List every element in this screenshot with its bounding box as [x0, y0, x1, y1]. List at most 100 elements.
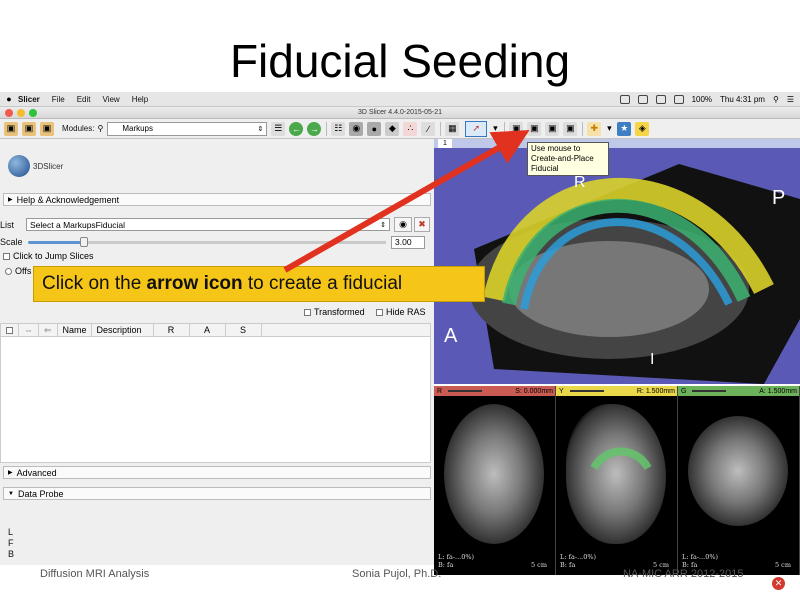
python-icon[interactable]: ◈ [635, 121, 650, 136]
green-slice-controller[interactable]: G A: 1.500mm [678, 386, 799, 396]
menu-help[interactable]: Help [132, 95, 148, 104]
battery-icon[interactable] [673, 94, 684, 104]
red-slice-slider[interactable] [448, 390, 483, 392]
jump-slices-row: Click to Jump Slices [3, 251, 94, 261]
scale-slider-handle[interactable] [80, 237, 88, 247]
window-title: 3D Slicer 4.4.0-2015-05-21 [357, 109, 443, 116]
chevron-right-icon: ▶ [8, 197, 13, 203]
column-s[interactable]: S [226, 323, 262, 337]
footer-right: NA-MIC ARR 2012-2015 [623, 568, 744, 580]
markups-list-selector[interactable]: Select a MarkupsFiducial ⇕ [26, 218, 390, 231]
scale-slider[interactable] [28, 237, 386, 247]
probe-letter-f: F [8, 538, 14, 548]
hide-ras-checkbox[interactable] [376, 309, 383, 317]
dropbox-icon[interactable] [619, 94, 630, 104]
window-titlebar: 3D Slicer 4.4.0-2015-05-21 [0, 107, 800, 119]
forward-arrow-icon[interactable]: → [307, 121, 322, 136]
apple-icon[interactable]: ● [0, 94, 18, 104]
notification-list-icon[interactable]: ☰ [787, 95, 794, 104]
delete-list-button[interactable]: ✖ [414, 217, 430, 232]
column-a[interactable]: A [190, 323, 226, 337]
main-toolbar: ▣ ▣ ▣ Modules: ⚲ Markups ⇕ ☰ ← → ☷ ◉ ● ◆… [0, 119, 800, 139]
models-module-icon[interactable]: ● [367, 121, 382, 136]
column-name[interactable]: Name [58, 323, 92, 337]
hide-ras-label: Hide RAS [386, 307, 426, 317]
wifi-icon[interactable] [655, 94, 666, 104]
menu-file[interactable]: File [52, 95, 65, 104]
screenshot-icon[interactable]: ▣ [509, 121, 524, 136]
menu-view[interactable]: View [102, 95, 119, 104]
list-label: List [0, 220, 15, 230]
editor-module-icon[interactable]: ∴ [403, 121, 418, 136]
crosshair-dropdown[interactable]: ▾ [605, 121, 614, 136]
yellow-label-layer: L: fa-...0%) [560, 553, 597, 561]
place-mode-dropdown[interactable]: ▾ [491, 121, 500, 136]
scale-label: Scale [0, 237, 23, 247]
slice-view-yellow[interactable]: Y R: 1.500mm L: fa-...0%) B: fa 5 cm [556, 386, 678, 575]
transformed-label: Transformed [314, 307, 365, 317]
visibility-column-icon[interactable]: ⇐ [39, 323, 58, 337]
jump-slices-checkbox[interactable] [3, 253, 10, 261]
column-description[interactable]: Description [92, 323, 154, 337]
red-slice-offset: S: 0.000mm [515, 387, 553, 395]
3d-view[interactable]: 1 R P A I [434, 139, 800, 384]
python-interactor-icon[interactable]: ▣ [563, 121, 578, 136]
arrow-place-icon: ➚ [472, 123, 481, 133]
scale-slider-track [84, 241, 386, 244]
scale-spinbox[interactable]: 3.00 [391, 236, 425, 249]
volumes-module-icon[interactable]: ◉ [349, 121, 364, 136]
data-module-icon[interactable]: ☷ [331, 121, 346, 136]
help-section-header[interactable]: ▶ Help & Acknowledgement [3, 193, 431, 206]
place-fiducial-arrow-button[interactable]: ➚ [465, 120, 488, 137]
slice-view-green[interactable]: G A: 1.500mm L: fa-...0%) B: fa 5 cm [678, 386, 800, 575]
yellow-slice-layer-labels: L: fa-...0%) B: fa [560, 553, 596, 569]
scene-view-icon[interactable]: ▣ [527, 121, 542, 136]
red-slice-controller[interactable]: R S: 0.000mm [434, 386, 555, 396]
toolbar-separator [582, 121, 584, 136]
advanced-section-header[interactable]: ▶ Advanced [3, 466, 431, 479]
slice-view-red[interactable]: R S: 0.000mm L: fa-...0%) B: fa 5 cm [434, 386, 556, 575]
macos-menubar: ● Slicer File Edit View Help 100% Thu 4:… [0, 92, 800, 107]
offset-radio[interactable] [5, 268, 12, 276]
crosshair-icon[interactable]: ✚ [587, 121, 602, 136]
jump-slices-label: Click to Jump Slices [13, 251, 94, 261]
select-column-checkbox[interactable] [1, 323, 19, 337]
hide-ras-row: Hide RAS [376, 307, 426, 317]
load-dicom-icon[interactable]: ▣ [22, 121, 36, 136]
save-icon[interactable]: ▣ [40, 121, 54, 136]
measure-module-icon[interactable]: ∕ [421, 121, 436, 136]
chevron-down-icon: ⇕ [257, 125, 264, 133]
orientation-p: P [772, 187, 786, 209]
red-label-layer: L: fa-...0%) [438, 553, 475, 561]
module-search-icon[interactable]: ⚲ [97, 124, 103, 133]
green-slice-slider[interactable] [692, 390, 727, 392]
menu-edit[interactable]: Edit [77, 95, 91, 104]
module-history-icon[interactable]: ☰ [271, 121, 286, 136]
load-data-icon[interactable]: ▣ [4, 121, 18, 136]
module-selector[interactable]: Markups ⇕ [107, 121, 268, 136]
menu-slicer[interactable]: Slicer [18, 95, 40, 104]
transformed-row: Transformed [304, 307, 365, 317]
markups-list-value: Select a MarkupsFiducial [30, 219, 125, 230]
spotlight-search-icon[interactable]: ⚲ [773, 95, 779, 104]
slicer-help-icon[interactable]: ★ [617, 121, 632, 136]
data-probe-section-header[interactable]: ▼ Data Probe [3, 487, 431, 500]
modules-label: Modules: [62, 124, 95, 133]
data-probe-letters: L F B [8, 527, 14, 560]
offset-label: Offs [15, 266, 32, 276]
display-icon[interactable] [637, 94, 648, 104]
clock[interactable]: Thu 4:31 pm [720, 95, 765, 104]
slice-views: R S: 0.000mm L: fa-...0%) B: fa 5 cm Y R… [434, 386, 800, 575]
transforms-module-icon[interactable]: ◆ [385, 121, 400, 136]
visibility-eye-button[interactable]: ◉ [394, 217, 412, 232]
data-probe-section-label: Data Probe [17, 488, 64, 499]
lock-column-icon[interactable]: ⇔ [19, 323, 39, 337]
footer-center: Sonia Pujol, Ph.D. [352, 568, 442, 580]
transformed-checkbox[interactable] [304, 309, 311, 317]
probe-letter-b: B [8, 549, 15, 559]
close-icon[interactable]: ✕ [772, 577, 785, 590]
column-r[interactable]: R [154, 323, 190, 337]
back-arrow-icon[interactable]: ← [289, 121, 304, 136]
layout-icon[interactable]: ▦ [445, 121, 460, 136]
extension-manager-icon[interactable]: ▣ [545, 121, 560, 136]
